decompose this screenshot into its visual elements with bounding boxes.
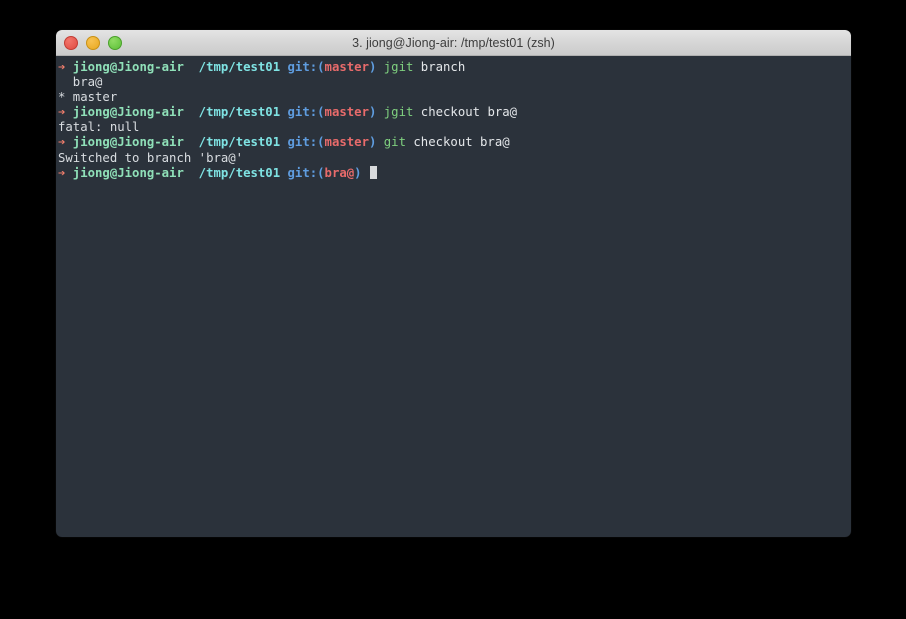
terminal-command-args: checkout bra@ [406, 135, 510, 150]
terminal-cursor [369, 165, 378, 179]
terminal-command: git [376, 135, 406, 150]
prompt-path: /tmp/test01 [183, 135, 281, 150]
prompt-git-branch: master [324, 105, 369, 120]
terminal-prompt-line: ➔ jiong@Jiong-air /tmp/test01 git:(maste… [58, 135, 851, 150]
maximize-button-icon[interactable] [108, 35, 122, 50]
prompt-user-host: jiong@Jiong-air [65, 105, 184, 120]
terminal-output-line: bra@ [58, 75, 851, 90]
terminal-output-line: fatal: null [58, 120, 851, 135]
terminal-window[interactable]: 3. jiong@Jiong-air: /tmp/test01 (zsh) ➔ … [56, 30, 851, 537]
prompt-user-host: jiong@Jiong-air [65, 165, 184, 180]
prompt-user-host: jiong@Jiong-air [65, 60, 184, 74]
prompt-path: /tmp/test01 [183, 60, 281, 74]
prompt-git-label-close: ) [354, 165, 362, 180]
prompt-user-host: jiong@Jiong-air [65, 135, 184, 150]
terminal-prompt-line: ➔ jiong@Jiong-air /tmp/test01 git:(maste… [58, 60, 851, 75]
close-button-icon[interactable] [64, 35, 78, 50]
prompt-git-label: git:( [280, 60, 325, 74]
window-controls [56, 35, 122, 50]
terminal-command: jgit [376, 60, 414, 74]
prompt-git-branch: bra@ [324, 165, 355, 180]
terminal-body[interactable]: ➔ jiong@Jiong-air /tmp/test01 git:(maste… [56, 56, 851, 537]
prompt-git-label: git:( [280, 135, 325, 150]
prompt-git-label: git:( [280, 105, 325, 120]
prompt-git-branch: master [324, 60, 369, 74]
terminal-output-line: * master [58, 90, 851, 105]
terminal-output-text: bra@ [58, 75, 103, 90]
terminal-screen[interactable]: ➔ jiong@Jiong-air /tmp/test01 git:(maste… [56, 60, 851, 181]
terminal-output-text: Switched to branch 'bra@' [58, 150, 244, 165]
terminal-output-line: Switched to branch 'bra@' [58, 151, 851, 166]
prompt-git-branch: master [324, 135, 369, 150]
terminal-prompt-line: ➔ jiong@Jiong-air /tmp/test01 git:(bra@) [58, 165, 851, 181]
terminal-command-args: branch [413, 60, 466, 74]
terminal-command-args: checkout bra@ [413, 105, 518, 120]
terminal-output-text: * master [58, 90, 118, 105]
terminal-prompt-line: ➔ jiong@Jiong-air /tmp/test01 git:(maste… [58, 105, 851, 120]
prompt-git-label: git:( [280, 165, 325, 180]
window-title-bar[interactable]: 3. jiong@Jiong-air: /tmp/test01 (zsh) [56, 30, 851, 56]
terminal-output-text: fatal: null [58, 120, 140, 135]
minimize-button-icon[interactable] [86, 35, 100, 50]
prompt-path: /tmp/test01 [183, 105, 281, 120]
prompt-path: /tmp/test01 [183, 165, 281, 180]
window-title: 3. jiong@Jiong-air: /tmp/test01 (zsh) [352, 35, 555, 50]
terminal-command: jgit [376, 105, 414, 120]
